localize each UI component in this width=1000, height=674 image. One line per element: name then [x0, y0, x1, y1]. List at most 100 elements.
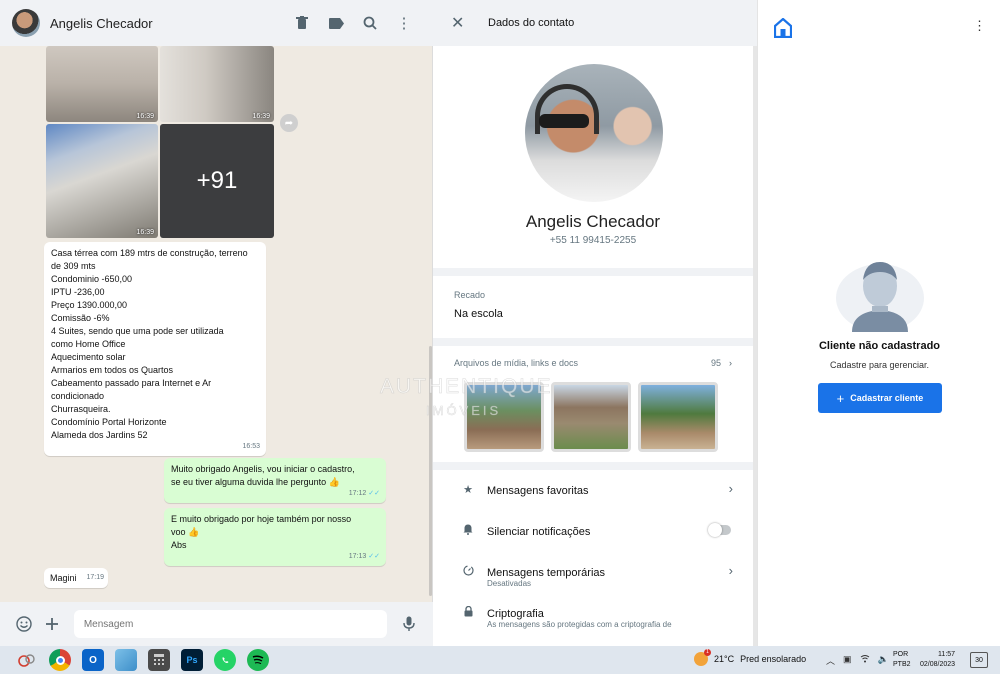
forward-icon[interactable]: ➦ [280, 114, 298, 132]
system-tray: ︿ ▣ 🔈 [826, 654, 889, 667]
message-line: IPTU -236,00 [51, 287, 105, 297]
message-input[interactable] [73, 610, 388, 638]
weather-widget[interactable]: 1 21°C Pred ensolarado [694, 649, 807, 666]
watermark-text: AUTHENTIQUE [380, 375, 553, 399]
more-menu-icon[interactable]: ⋮ [387, 8, 421, 38]
media-thumbnail[interactable] [551, 382, 631, 452]
outgoing-message: Muito obrigado Angelis, vou iniciar o ca… [164, 458, 386, 503]
chevron-up-icon[interactable]: ︿ [826, 654, 835, 667]
register-client-button[interactable]: + Cadastrar cliente [818, 383, 942, 413]
trash-icon[interactable] [285, 8, 319, 38]
file-manager-icon[interactable] [115, 649, 137, 671]
avatar[interactable] [12, 9, 40, 37]
close-icon[interactable]: ✕ [451, 13, 469, 33]
photo-time: 16:39 [136, 113, 154, 120]
chat-messages[interactable]: 16:39 16:39 16:39 +91 ➦ Casa térrea com … [0, 46, 433, 602]
weather-condition: Pred ensolarado [740, 654, 807, 664]
plus-icon: + [836, 390, 845, 406]
message-line: Condomínio Portal Horizonte [51, 417, 167, 427]
emoji-icon[interactable] [10, 610, 38, 638]
message-time: 16:53 [242, 443, 260, 450]
calculator-icon[interactable] [148, 649, 170, 671]
chat-contact-name[interactable]: Angelis Checador [50, 16, 285, 31]
chevron-right-icon: › [729, 358, 732, 368]
message-line: Alameda dos Jardins 52 [51, 430, 148, 440]
user-placeholder-icon [836, 258, 924, 332]
option-sublabel: Desativadas [487, 579, 532, 588]
mute-notifications-option[interactable]: Silenciar notificações [433, 511, 753, 552]
message-line: Muito obrigado Angelis, vou iniciar o ca… [171, 464, 355, 474]
weather-temperature: 21°C [714, 654, 735, 664]
photo-time: 16:39 [252, 113, 270, 120]
message-line: Comissão -6% [51, 313, 110, 323]
message-line: Cabeamento passado para Internet e Ar [51, 378, 212, 388]
photo-more[interactable]: +91 [160, 124, 274, 238]
attach-plus-icon[interactable] [38, 610, 66, 638]
starred-messages-option[interactable]: ★ Mensagens favoritas › [433, 470, 753, 511]
more-menu-icon[interactable]: ⋮ [973, 18, 986, 34]
outlook-icon[interactable]: O [82, 649, 104, 671]
star-icon: ★ [463, 484, 473, 496]
message-line: Armarios em todos os Quartos [51, 365, 174, 375]
profile-photo[interactable] [525, 64, 663, 202]
about-label: Recado [454, 290, 486, 300]
photo-stairs[interactable]: 16:39 [46, 124, 158, 238]
option-sublabel: As mensagens são protegidas com a cripto… [487, 620, 672, 629]
message-line: Casa térrea com 189 mtrs de construção, … [51, 248, 248, 258]
crm-status-subtitle: Cadastre para gerenciar. [829, 360, 930, 370]
message-line: condicionado [51, 391, 105, 401]
outgoing-message: E muito obrigado por hoje também por nos… [164, 508, 386, 566]
contact-name: Angelis Checador [525, 212, 661, 231]
compose-bar [0, 602, 433, 646]
microphone-icon[interactable] [395, 610, 423, 638]
language-top: POR [893, 651, 909, 658]
incoming-message: Magini 17:19 [44, 568, 108, 588]
disappearing-messages-option[interactable]: Mensagens temporárias Desativadas › [433, 552, 753, 593]
wifi-icon[interactable] [860, 654, 870, 667]
label-icon[interactable] [319, 8, 353, 38]
photoshop-icon[interactable]: Ps [181, 649, 203, 671]
chat-panel: Angelis Checador ⋮ 16:39 16:39 16:39 +91… [0, 0, 433, 646]
photo-room[interactable]: 16:39 [160, 46, 274, 122]
media-row[interactable]: Arquivos de mídia, links e docs 95 › [454, 358, 732, 368]
about-value: Na escola [454, 308, 503, 320]
chrome-icon[interactable] [49, 649, 71, 671]
more-photos-count: +91 [160, 124, 274, 238]
profile-card: Angelis Checador +55 11 99415-2255 [433, 46, 753, 268]
volume-icon[interactable]: 🔈 [878, 654, 889, 667]
chevron-right-icon: › [728, 481, 733, 496]
network-icon[interactable]: ▣ [843, 654, 852, 667]
message-time: 17:13 [348, 553, 367, 560]
photo-bathroom[interactable]: 16:39 [46, 46, 158, 122]
language-bottom: PTB2 [893, 661, 911, 668]
read-receipt-icon: ✓✓ [368, 553, 380, 560]
message-line: como Home Office [51, 339, 126, 349]
options-section: ★ Mensagens favoritas › Silenciar notifi… [433, 470, 753, 646]
search-icon[interactable] [353, 8, 387, 38]
clock[interactable]: 11:57 02/08/2023 [920, 650, 955, 670]
spotify-icon[interactable] [247, 649, 269, 671]
message-time: 17:19 [86, 574, 104, 581]
photo-time: 16:39 [136, 229, 154, 236]
option-label: Mensagens favoritas [487, 484, 589, 497]
weather-badge: 1 [704, 649, 711, 656]
whatsapp-icon[interactable] [214, 649, 236, 671]
option-label: Silenciar notificações [487, 525, 591, 538]
taskbar: O Ps 1 21°C Pred ensolarado ︿ ▣ 🔈 POR PT… [0, 646, 1000, 674]
message-line: de 309 mts [51, 261, 96, 271]
media-thumbnail[interactable] [638, 382, 718, 452]
notification-center-icon[interactable]: 30 [970, 652, 988, 668]
option-label: Criptografia [487, 607, 544, 620]
crm-status-title: Cliente não cadastrado [818, 340, 941, 352]
mute-toggle[interactable] [708, 523, 731, 537]
start-app-icon[interactable] [16, 649, 38, 671]
message-line: Churrasqueira. [51, 404, 111, 414]
toggle-knob [708, 523, 722, 537]
encryption-option[interactable]: Criptografia As mensagens são protegidas… [433, 593, 753, 634]
language-indicator[interactable]: POR PTB2 [893, 650, 911, 670]
clock-date: 02/08/2023 [920, 661, 956, 668]
message-line: 4 Suites, sendo que uma pode ser utiliza… [51, 326, 224, 336]
contact-panel-title: Dados do contato [488, 17, 575, 29]
bell-icon [461, 524, 475, 538]
lock-icon [461, 605, 475, 620]
